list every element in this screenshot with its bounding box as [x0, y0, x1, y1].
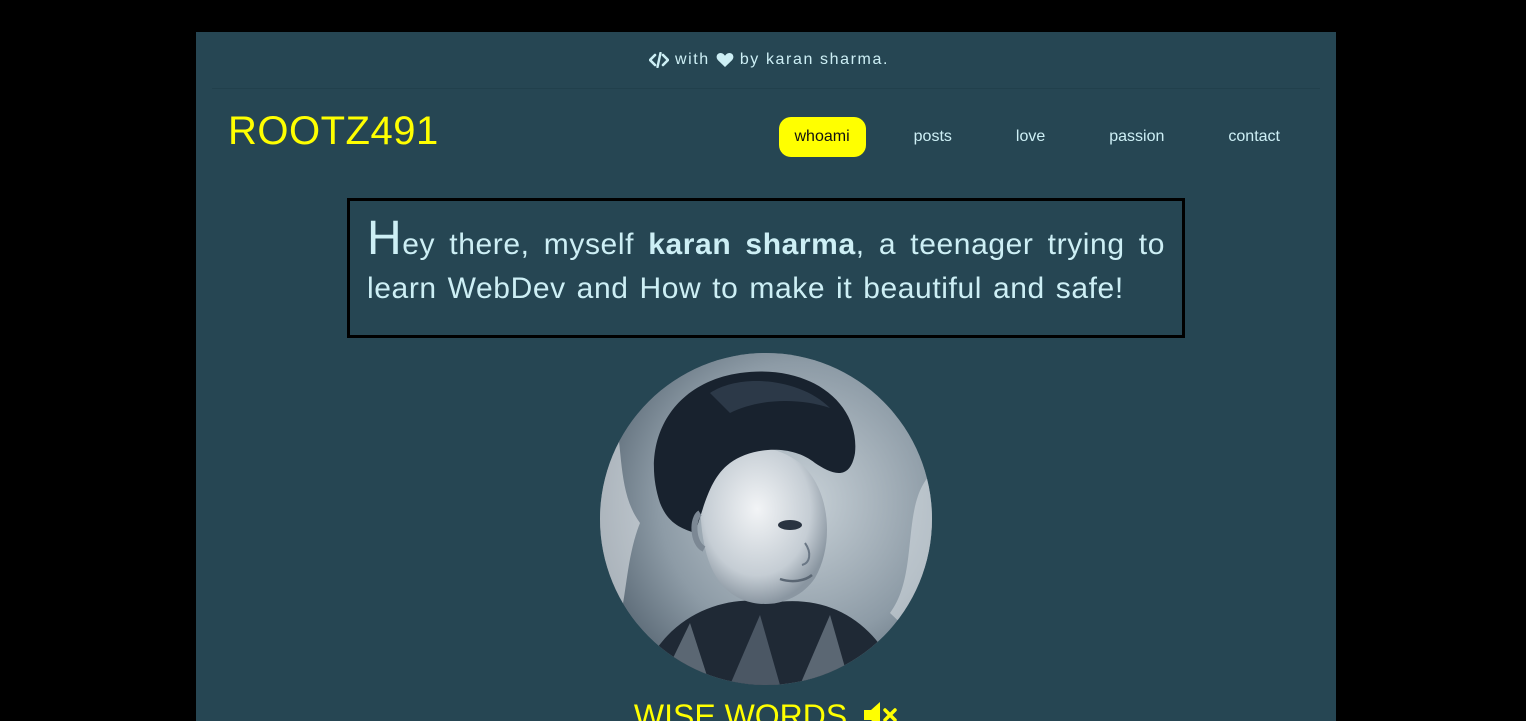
nav-item-posts[interactable]: posts [898, 117, 968, 157]
intro-drop-cap: H [367, 212, 403, 265]
site-logo[interactable]: ROOTZ491 [228, 111, 439, 151]
credits-with-text: with [674, 51, 710, 68]
main-nav: whoami posts love passion contact [778, 117, 1297, 157]
nav-item-love[interactable]: love [1000, 117, 1061, 157]
page-panel: with by karan sharma. ROOTZ491 whoami po… [196, 32, 1336, 721]
site-header: ROOTZ491 whoami posts love passion conta… [196, 89, 1336, 179]
nav-item-contact[interactable]: contact [1212, 117, 1296, 157]
wise-words-heading: WISE WORDS [196, 698, 1336, 721]
nav-item-whoami[interactable]: whoami [778, 117, 866, 157]
code-icon [648, 52, 669, 68]
credits-author-text: by karan sharma. [739, 51, 890, 68]
mute-icon[interactable] [862, 700, 898, 721]
nav-item-passion[interactable]: passion [1093, 117, 1180, 157]
credits-bar: with by karan sharma. [196, 32, 1336, 88]
intro-box: Hey there, myself karan sharma, a teenag… [347, 198, 1185, 338]
intro-text-start: ey there, myself [402, 228, 649, 261]
intro-name: karan sharma [648, 228, 856, 261]
wise-words-title: WISE WORDS [633, 698, 848, 721]
heart-icon [716, 52, 734, 68]
profile-photo [600, 353, 932, 685]
